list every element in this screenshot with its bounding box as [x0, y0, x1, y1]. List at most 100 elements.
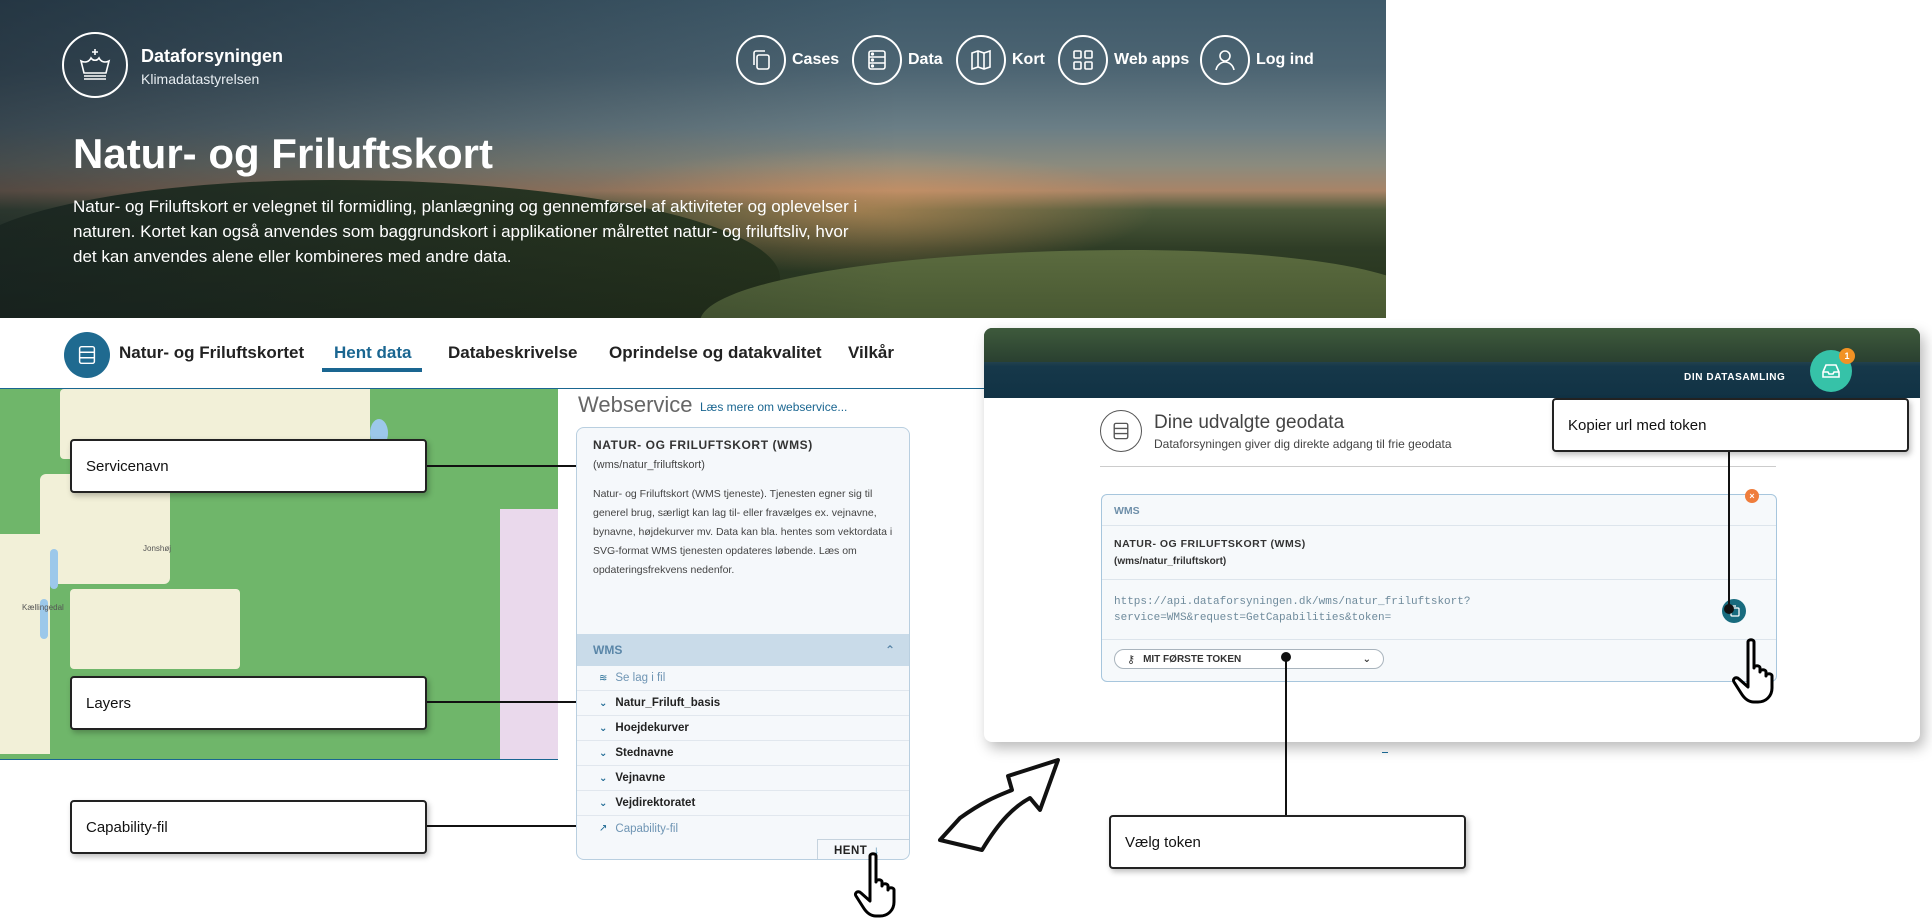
map-place-label: Jonshøj [143, 544, 172, 553]
webservice-read-more-link[interactable]: Læs mere om webservice... [700, 400, 847, 414]
layer-label: Hoejdekurver [615, 722, 689, 734]
card-divider [1102, 639, 1776, 640]
nav-login[interactable]: Log ind [1200, 34, 1314, 86]
chevron-down-icon: ⌄ [1362, 653, 1371, 665]
connector-line [1285, 657, 1287, 815]
datasamling-header-image [984, 328, 1920, 362]
nav-webapps-label: Web apps [1114, 51, 1190, 68]
datasamling-count-badge: 1 [1839, 348, 1855, 364]
chevron-down-icon: ⌄ [599, 747, 608, 759]
webservice-heading: Webservice [578, 392, 693, 417]
chevron-down-icon: ⌄ [599, 772, 608, 784]
see-layers-link[interactable]: ≋ Se lag i fil [577, 666, 909, 691]
tab-oprindelse[interactable]: Oprindelse og datakvalitet [609, 343, 822, 363]
map-icon [956, 35, 1006, 85]
nav-kort-label: Kort [1012, 51, 1045, 68]
token-select-value: MIT FØRSTE TOKEN [1143, 653, 1242, 665]
layer-label: Vejnavne [615, 772, 666, 784]
callout-kopier-url: Kopier url med token [1552, 398, 1909, 452]
active-tab-indicator [322, 368, 422, 372]
geodata-divider [1100, 466, 1776, 467]
grid-icon [1058, 35, 1108, 85]
layers-icon: ≋ [599, 672, 608, 684]
callout-vaelg-token: Vælg token [1109, 815, 1466, 869]
wms-section-header[interactable]: WMS ⌃ [577, 634, 909, 666]
capability-file-label: Capability-fil [615, 822, 679, 835]
layer-item[interactable]: ⌄ Natur_Friluft_basis [577, 691, 909, 716]
layer-item[interactable]: ⌄ Hoejdekurver [577, 716, 909, 741]
underline-mark [1382, 752, 1388, 753]
geodata-title: Dine udvalgte geodata [1154, 412, 1345, 433]
chevron-down-icon: ⌄ [599, 697, 608, 709]
map-field [70, 589, 240, 669]
layer-label: Natur_Friluft_basis [615, 697, 721, 709]
callout-kopier-label: Kopier url med token [1568, 416, 1707, 434]
datasamling-label[interactable]: DIN DATASAMLING [1684, 372, 1785, 383]
server-icon [852, 35, 902, 85]
card-divider [1102, 579, 1776, 580]
connector-line [1728, 452, 1730, 609]
card-divider [1102, 525, 1776, 526]
callout-capability-label: Capability-fil [86, 818, 168, 836]
nav-login-label: Log ind [1256, 51, 1314, 68]
layer-item[interactable]: ⌄ Vejnavne [577, 766, 909, 791]
see-layers-label: Se lag i fil [615, 672, 666, 684]
hand-pointer-icon [850, 850, 910, 920]
wms-section-label: WMS [593, 643, 623, 657]
callout-layers: Layers [70, 676, 427, 730]
layer-label: Stednavne [615, 747, 674, 759]
copy-icon [736, 35, 786, 85]
page-description: Natur- og Friluftskort er velegnet til f… [73, 197, 858, 266]
capability-file-link[interactable]: ↗ Capability-fil [577, 816, 909, 841]
org-name[interactable]: Dataforsyningen [141, 46, 283, 67]
remove-item-button[interactable]: × [1745, 489, 1759, 503]
dataset-title: Natur- og Friluftskortet [119, 343, 305, 362]
webservice-path: (wms/natur_friluftskort) [593, 459, 705, 471]
callout-servicenavn-label: Servicenavn [86, 457, 169, 475]
chevron-up-icon: ⌃ [884, 643, 895, 657]
layer-item[interactable]: ⌄ Vejdirektoratet [577, 791, 909, 816]
connector-line [427, 701, 584, 703]
nav-cases-label: Cases [792, 51, 840, 68]
key-icon: ⚷ [1127, 653, 1136, 666]
hand-pointer-icon [1728, 636, 1788, 711]
service-url[interactable]: https://api.dataforsyningen.dk/wms/natur… [1114, 594, 1734, 626]
arrow-icon [930, 750, 1070, 865]
tab-hent-data[interactable]: Hent data [334, 343, 411, 363]
crown-logo-icon[interactable] [62, 32, 128, 98]
org-subtitle: Klimadatastyrelsen [141, 71, 260, 87]
tab-databeskrivelse[interactable]: Databeskrivelse [448, 343, 577, 363]
webservice-card-title: NATUR- OG FRILUFTSKORT (WMS) [593, 438, 813, 452]
nav-webapps[interactable]: Web apps [1058, 34, 1189, 86]
layer-item[interactable]: ⌄ Stednavne [577, 741, 909, 766]
page-title: Natur- og Friluftskort [73, 130, 493, 177]
external-link-icon: ↗ [599, 823, 608, 834]
map-field [0, 534, 50, 754]
geodata-card-title: NATUR- OG FRILUFTSKORT (WMS) [1114, 538, 1306, 550]
token-select[interactable]: ⚷ MIT FØRSTE TOKEN ⌄ [1114, 649, 1384, 669]
connector-line [427, 465, 584, 467]
map-border [0, 759, 558, 760]
callout-vaelg-label: Vælg token [1125, 833, 1201, 851]
connector-dot [1724, 604, 1734, 614]
service-url-line: service=WMS&request=GetCapabilities&toke… [1114, 612, 1392, 624]
webservice-card: NATUR- OG FRILUFTSKORT (WMS) (wms/natur_… [576, 427, 910, 860]
geodata-subtitle: Dataforsyningen giver dig direkte adgang… [1154, 437, 1452, 451]
map-area-pink [500, 509, 558, 759]
callout-capability: Capability-fil [70, 800, 427, 854]
geodata-icon [1100, 410, 1142, 452]
map-place-label: Kællingedal [22, 603, 64, 612]
map-lake [50, 549, 58, 589]
webservice-description: Natur- og Friluftskort (WMS tjeneste). T… [593, 488, 893, 576]
tab-vilkaar[interactable]: Vilkår [848, 343, 894, 363]
user-icon [1200, 35, 1250, 85]
service-url-line: https://api.dataforsyningen.dk/wms/natur… [1114, 596, 1471, 608]
nav-data[interactable]: Data [852, 34, 943, 86]
nav-cases[interactable]: Cases [736, 34, 839, 86]
chevron-down-icon: ⌄ [599, 797, 608, 809]
callout-servicenavn: Servicenavn [70, 439, 427, 493]
hero-banner: Dataforsyningen Klimadatastyrelsen Cases… [0, 0, 1386, 318]
nav-kort[interactable]: Kort [956, 34, 1045, 86]
dataset-icon [64, 332, 110, 378]
chevron-down-icon: ⌄ [599, 722, 608, 734]
